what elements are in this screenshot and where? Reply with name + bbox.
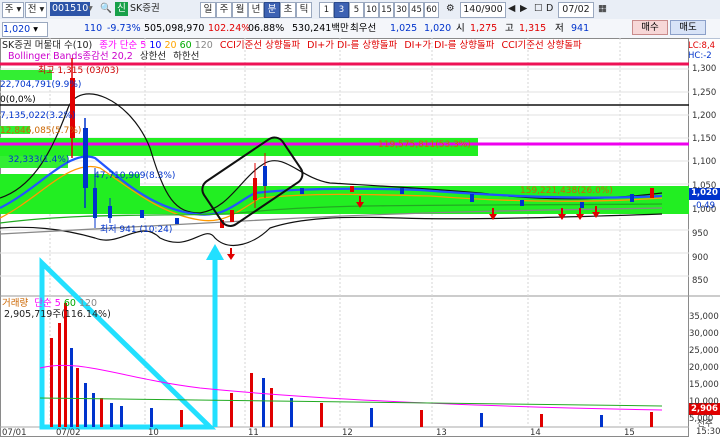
- minute-button-3[interactable]: 3: [334, 2, 349, 18]
- price-tick-4: 1,100: [692, 157, 717, 167]
- volume-ma-period-120[interactable]: 120: [76, 298, 97, 309]
- change-value: 110: [84, 23, 103, 34]
- price-tick-2: 1,200: [692, 111, 717, 121]
- search-icon[interactable]: 🔍: [100, 2, 112, 16]
- best-bid: 1,025: [390, 23, 418, 34]
- time-tick-0: 07/01: [2, 428, 27, 438]
- low-price-label: 최저 941 (10:24): [100, 225, 173, 235]
- quote-bar: 1,020 ▾ 110 -9.73% 505,098,970 102.24% 0…: [0, 19, 720, 39]
- data-count-field[interactable]: 140/900: [460, 2, 506, 18]
- buy-button[interactable]: 매수: [632, 20, 668, 35]
- volume-ma-periods: 5 60 120: [55, 298, 97, 309]
- stock-code-input[interactable]: 001510: [50, 2, 90, 16]
- time-tick-4: 12: [342, 428, 353, 438]
- prev-icon[interactable]: ◀: [508, 2, 518, 16]
- time-tick-1: 07/02: [56, 428, 81, 438]
- date-input[interactable]: 07/02: [558, 2, 594, 18]
- price-select[interactable]: 1,020 ▾: [2, 22, 48, 37]
- vp-label-6: 47,710,909(8.3%): [94, 171, 176, 181]
- vp-label-1: 22,704,791(9.9%): [0, 80, 82, 90]
- volume-ma-5: [39, 364, 663, 411]
- minute-button-1[interactable]: 1: [319, 2, 334, 18]
- best-ask: 1,020: [424, 23, 452, 34]
- volume-ma-label: 단순: [34, 298, 52, 309]
- minute-button-30[interactable]: 30: [394, 2, 409, 18]
- calendar-icon[interactable]: ▦: [598, 2, 610, 16]
- chart-canvas: [0, 38, 720, 437]
- vp-label-7: 119,575,811(53.3%): [378, 140, 471, 150]
- next-icon[interactable]: ▶: [520, 2, 530, 16]
- settings-gear-icon[interactable]: ⚙: [446, 2, 456, 16]
- period-button-1[interactable]: 주: [216, 2, 232, 18]
- high-value: 1,315: [519, 23, 547, 34]
- period-button-5[interactable]: 초: [280, 2, 296, 18]
- period-button-2[interactable]: 월: [232, 2, 248, 18]
- minute-button-15[interactable]: 15: [379, 2, 394, 18]
- vp-label-4: 12,846,085(5.7%): [0, 126, 82, 136]
- low-label: 저: [555, 23, 564, 34]
- price-tick-7: 950: [692, 229, 709, 239]
- date-checkbox[interactable]: ☐: [534, 2, 544, 16]
- period-select[interactable]: 전 ▾: [25, 2, 47, 18]
- minute-button-45[interactable]: 45: [409, 2, 424, 18]
- vp-label-2: 0(0,0%): [0, 95, 36, 105]
- time-tick-2: 10: [148, 428, 159, 438]
- volume-tick-3: 20,000: [689, 363, 719, 373]
- open-label: 시: [456, 23, 465, 34]
- open-value: 1,275: [470, 23, 498, 34]
- cyan-arrow-head: [206, 244, 224, 260]
- code-dropdown-icon[interactable]: ▾: [88, 2, 98, 16]
- change-pct: -9.73%: [107, 23, 141, 34]
- date-flag: D: [546, 3, 554, 14]
- vp-label-3: 7,135,022(3.2%): [0, 111, 76, 121]
- volume-tick-4: 15,000: [689, 380, 719, 390]
- low-value: 941: [571, 23, 590, 34]
- period-button-0[interactable]: 일: [200, 2, 216, 18]
- volume-tick-0: 35,000: [689, 312, 719, 322]
- current-price-pct: -0.49: [693, 201, 715, 211]
- price-tick-1: 1,250: [692, 88, 717, 98]
- trade-amount: 530,241백만: [292, 23, 349, 34]
- period-button-6[interactable]: 틱: [296, 2, 312, 18]
- volume-bars: [50, 303, 653, 427]
- minute-button-10[interactable]: 10: [364, 2, 379, 18]
- credit-badge: 신: [115, 2, 128, 16]
- price-tick-0: 1,300: [692, 64, 717, 74]
- chart-type-select[interactable]: 주 ▾: [2, 2, 24, 18]
- minute-button-5[interactable]: 5: [349, 2, 364, 18]
- sell-button[interactable]: 매도: [670, 20, 706, 35]
- cyan-triangle-annotation: [39, 257, 217, 430]
- turnover-ratio: 06.88%: [248, 23, 285, 34]
- price-tick-3: 1,150: [692, 134, 717, 144]
- time-tick-3: 11: [248, 428, 259, 438]
- volume-value-label: 2,905,719주(116.14%): [4, 309, 111, 320]
- pref-label: 최우선: [350, 23, 377, 34]
- time-tick-7: 15: [624, 428, 635, 438]
- volume-tick-1: 30,000: [689, 329, 719, 339]
- volume-ratio: 102.24%: [208, 23, 251, 34]
- chart-toolbar: 주 ▾ 전 ▾ 001510 ▾ 🔍 신 SK증권 일주월년분초틱 1 3 5 10 1…: [0, 0, 720, 20]
- minute-button-60[interactable]: 60: [424, 2, 439, 18]
- volume-name: 거래량: [2, 298, 29, 309]
- time-tick-6: 14: [530, 428, 541, 438]
- period-button-4[interactable]: 분: [264, 2, 280, 18]
- high-price-label: 최고 1,315 (03/03): [38, 66, 120, 76]
- vp-label-5: 32,333(1.4%): [8, 155, 70, 165]
- stock-name: SK증권: [130, 3, 160, 14]
- current-volume-value: 2,906: [691, 404, 718, 414]
- volume-value: 505,098,970: [144, 23, 205, 34]
- price-tick-8: 900: [692, 253, 709, 263]
- volume-ma-period-60[interactable]: 60: [61, 298, 76, 309]
- volume-tick-2: 25,000: [689, 346, 719, 356]
- vp-label-8: 159,221,438(26.0%): [520, 186, 613, 196]
- high-label: 고: [505, 23, 514, 34]
- time-tick-5: 13: [436, 428, 447, 438]
- chart-frame: [0, 38, 689, 437]
- current-price-value: 1,020: [691, 188, 718, 198]
- period-button-3[interactable]: 년: [248, 2, 264, 18]
- time-end-label: 15:30: [696, 427, 720, 437]
- price-tick-9: 850: [692, 276, 709, 286]
